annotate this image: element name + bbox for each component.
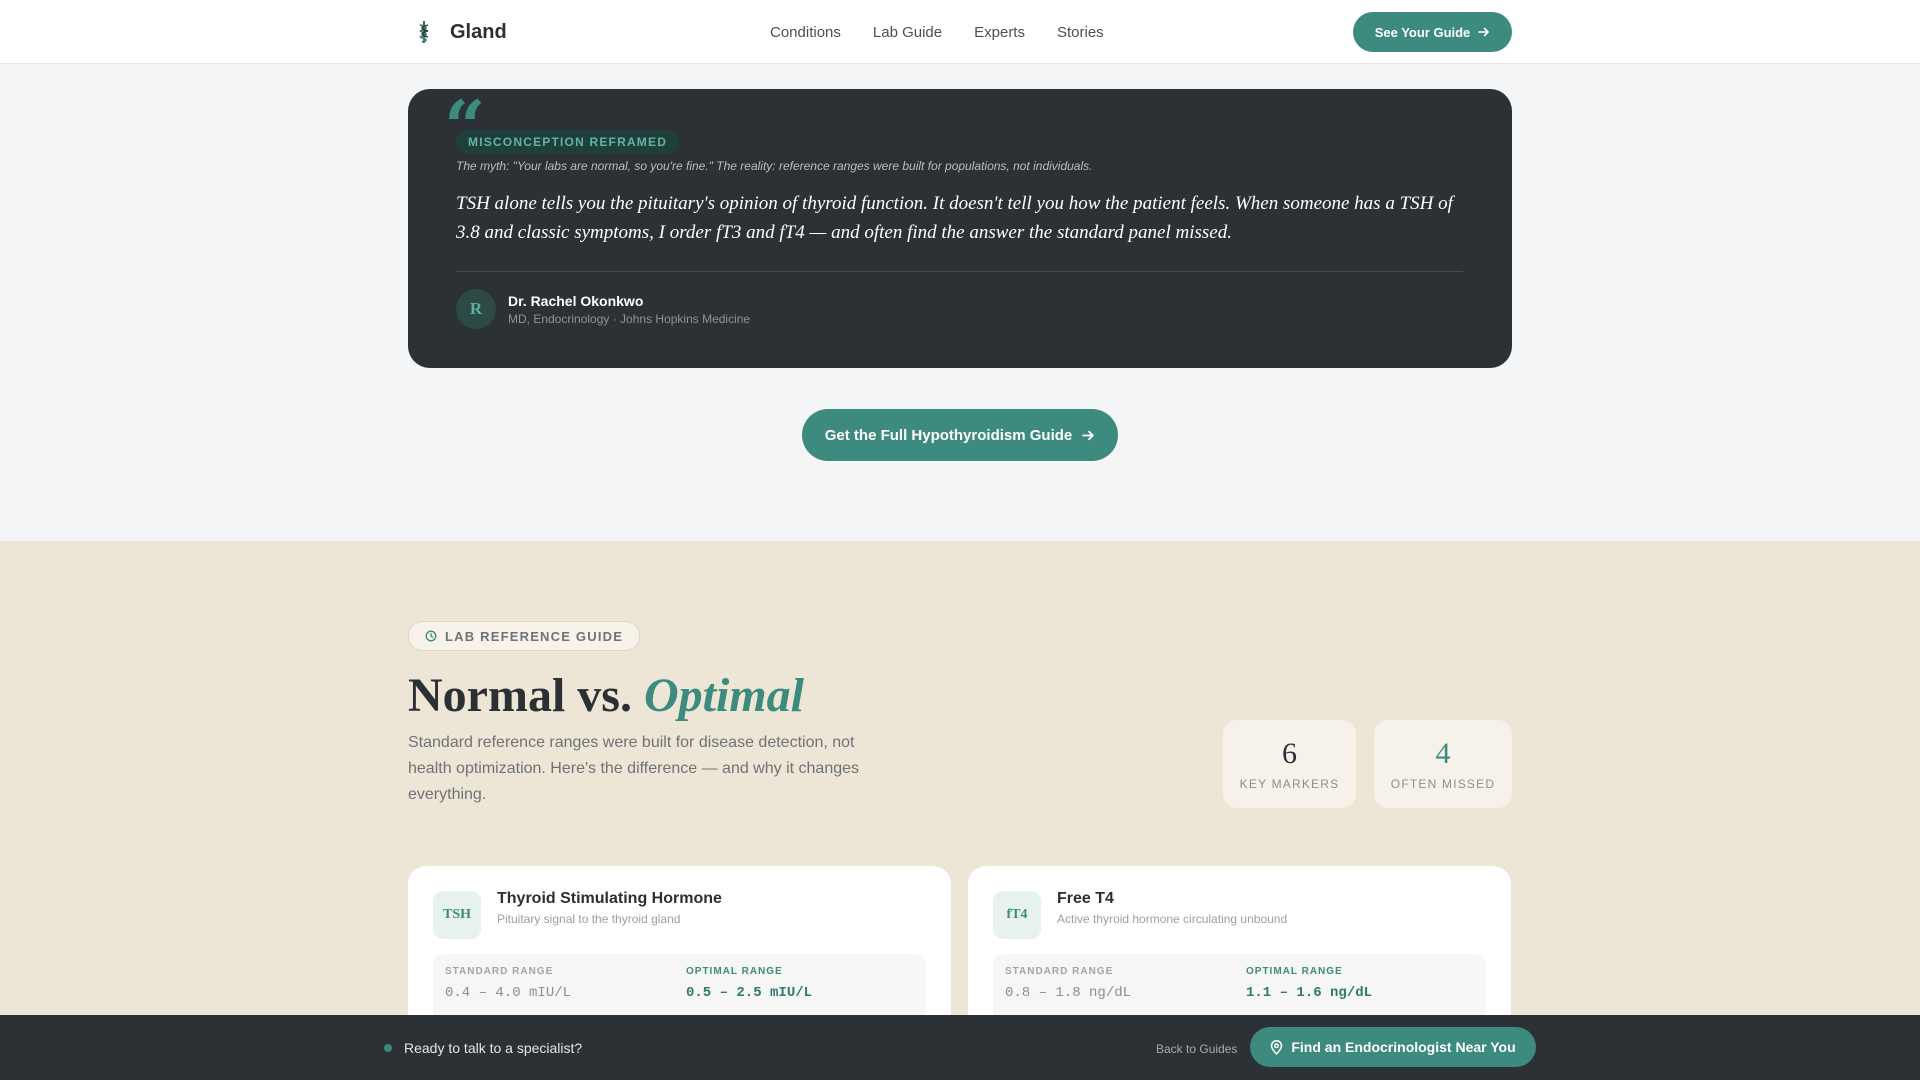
stat-label: OFTEN MISSED (1390, 777, 1496, 791)
avatar: R (456, 289, 496, 329)
brand-logo[interactable]: Gland (412, 0, 507, 64)
specialist-prompt: Ready to talk to a specialist? (404, 1040, 583, 1056)
optimal-range: OPTIMAL RANGE 1.1 – 1.6 ng/dL (1246, 966, 1372, 1001)
stat-value: 4 (1435, 737, 1451, 770)
brand-name: Gland (450, 20, 507, 43)
standard-range: STANDARD RANGE 0.8 – 1.8 ng/dL (1005, 966, 1131, 1001)
stat-often-missed: 4 OFTEN MISSED (1374, 720, 1512, 808)
marker-subtitle: Active thyroid hormone circulating unbou… (1057, 912, 1288, 926)
standard-range: STANDARD RANGE 0.4 – 4.0 mIU/L (445, 966, 571, 1001)
marker-abbreviation: fT4 (993, 891, 1041, 939)
lab-reference-badge: LAB REFERENCE GUIDE (408, 621, 641, 651)
author-credentials: MD, Endocrinology · Johns Hopkins Medici… (508, 312, 751, 326)
standard-range-value: 0.4 – 4.0 mIU/L (445, 985, 572, 1001)
section-description: Standard reference ranges were built for… (408, 734, 860, 803)
standard-range-label: STANDARD RANGE (1005, 966, 1114, 977)
title-plain: Normal vs. (408, 669, 644, 722)
caduceus-icon (412, 18, 436, 46)
myth-statement: The myth: "Your labs are normal, so you'… (456, 159, 1093, 173)
status-dot (384, 1044, 392, 1052)
optimal-range-value: 0.5 – 2.5 mIU/L (686, 985, 813, 1001)
full-guide-label: Get the Full Hypothyroidism Guide (824, 426, 1073, 444)
location-pin-icon (1270, 1039, 1283, 1055)
optimal-range-label: OPTIMAL RANGE (1246, 966, 1343, 977)
author-name: Dr. Rachel Okonkwo (508, 293, 644, 309)
optimal-range-label: OPTIMAL RANGE (686, 966, 783, 977)
clock-icon (425, 630, 437, 642)
quote-text: TSH alone tells you the pituitary's opin… (456, 193, 1453, 243)
stat-label: KEY MARKERS (1239, 777, 1340, 791)
optimal-range: OPTIMAL RANGE 0.5 – 2.5 mIU/L (686, 966, 812, 1001)
back-to-guides-link[interactable]: Back to Guides (1156, 1042, 1237, 1056)
nav-item-experts[interactable]: Experts (974, 24, 1025, 41)
marker-abbreviation: TSH (433, 891, 481, 939)
full-guide-button[interactable]: Get the Full Hypothyroidism Guide (802, 409, 1118, 461)
title-accent: Optimal (643, 669, 804, 722)
marker-subtitle: Pituitary signal to the thyroid gland (497, 912, 681, 926)
see-your-guide-label: See Your Guide (1374, 24, 1471, 40)
stat-value: 6 (1282, 737, 1297, 770)
sticky-bottom-bar: Ready to talk to a specialist? Back to G… (0, 1015, 1920, 1080)
lab-reference-section (0, 541, 1920, 1080)
stat-key-markers: 6 KEY MARKERS (1223, 720, 1356, 808)
standard-range-value: 0.8 – 1.8 ng/dL (1005, 985, 1132, 1001)
nav-item-conditions[interactable]: Conditions (770, 24, 841, 41)
nav-item-stories[interactable]: Stories (1057, 24, 1104, 41)
find-endocrinologist-label: Find an Endocrinologist Near You (1291, 1039, 1516, 1055)
optimal-range-value: 1.1 – 1.6 ng/dL (1246, 985, 1373, 1001)
nav-item-lab-guide[interactable]: Lab Guide (873, 24, 942, 41)
arrow-right-icon (1082, 429, 1095, 442)
page-title: Normal vs. Optimal (408, 666, 804, 726)
standard-range-label: STANDARD RANGE (445, 966, 554, 977)
see-your-guide-button[interactable]: See Your Guide (1353, 12, 1512, 52)
lab-reference-badge-label: LAB REFERENCE GUIDE (445, 628, 624, 644)
quote-divider (456, 271, 1463, 272)
misconception-badge: MISCONCEPTION REFRAMED (456, 130, 680, 154)
site-header: Gland Conditions Lab Guide Experts Stori… (0, 0, 1920, 64)
arrow-right-icon (1478, 26, 1490, 38)
marker-name: Free T4 (1057, 890, 1114, 907)
expert-quote-card: “ MISCONCEPTION REFRAMED The myth: "Your… (408, 89, 1512, 368)
marker-name: Thyroid Stimulating Hormone (497, 890, 722, 907)
find-endocrinologist-button[interactable]: Find an Endocrinologist Near You (1250, 1027, 1536, 1067)
main-nav: Conditions Lab Guide Experts Stories (770, 0, 1104, 64)
